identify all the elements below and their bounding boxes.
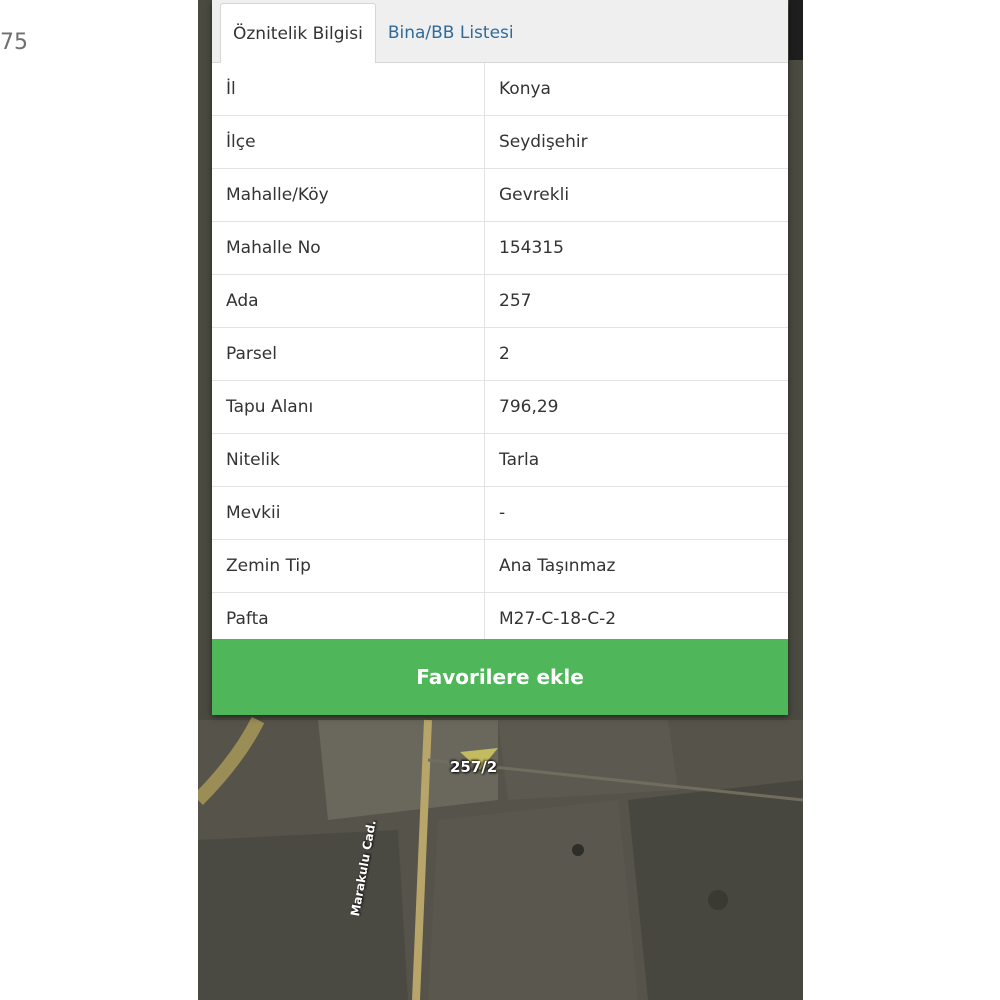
attribute-table: İl Konya İlçe Seydişehir Mahalle/Köy Gevrek…	[212, 63, 788, 646]
table-row: Pafta M27-C-18-C-2	[212, 592, 788, 646]
table-row: Mevkii -	[212, 486, 788, 540]
row-key: Mahalle/Köy	[212, 168, 485, 222]
row-value: Konya	[484, 63, 788, 116]
row-key: Zemin Tip	[212, 539, 485, 593]
row-key: Parsel	[212, 327, 485, 381]
row-value: -	[484, 486, 788, 540]
row-value: Gevrekli	[484, 168, 788, 222]
add-to-favorites-button[interactable]: Favorilere ekle	[212, 639, 788, 715]
row-value: 257	[484, 274, 788, 328]
row-value: 154315	[484, 221, 788, 275]
table-row: Parsel 2	[212, 327, 788, 381]
row-key: Pafta	[212, 592, 485, 646]
info-panel: Öznitelik Bilgisi Bina/BB Listesi İl Kony…	[212, 0, 788, 715]
table-row: Zemin Tip Ana Taşınmaz	[212, 539, 788, 593]
table-row: Mahalle/Köy Gevrekli	[212, 168, 788, 222]
table-row: Tapu Alanı 796,29	[212, 380, 788, 434]
row-value: 2	[484, 327, 788, 381]
row-value: Seydişehir	[484, 115, 788, 169]
table-row: İlçe Seydişehir	[212, 115, 788, 169]
tab-attribute-info[interactable]: Öznitelik Bilgisi	[220, 3, 376, 63]
row-value: M27-C-18-C-2	[484, 592, 788, 646]
parcel-map-label: 257/2	[450, 758, 498, 776]
table-row: Mahalle No 154315	[212, 221, 788, 275]
row-key: Ada	[212, 274, 485, 328]
row-value: 796,29	[484, 380, 788, 434]
row-key: Mahalle No	[212, 221, 485, 275]
row-value: Ana Taşınmaz	[484, 539, 788, 593]
table-row: İl Konya	[212, 63, 788, 116]
tab-bar: Öznitelik Bilgisi Bina/BB Listesi	[212, 0, 788, 63]
row-value: Tarla	[484, 433, 788, 487]
row-key: İl	[212, 63, 485, 116]
row-key: Mevkii	[212, 486, 485, 540]
corner-number: 75	[0, 30, 28, 55]
row-key: Tapu Alanı	[212, 380, 485, 434]
row-key: İlçe	[212, 115, 485, 169]
phone-screen: 257/2 Marakulu Cad. Öznitelik Bilgisi Bi…	[198, 0, 803, 1000]
table-row: Nitelik Tarla	[212, 433, 788, 487]
table-row: Ada 257	[212, 274, 788, 328]
status-bar-edge	[789, 0, 803, 60]
tab-building-list[interactable]: Bina/BB Listesi	[376, 4, 526, 62]
row-key: Nitelik	[212, 433, 485, 487]
